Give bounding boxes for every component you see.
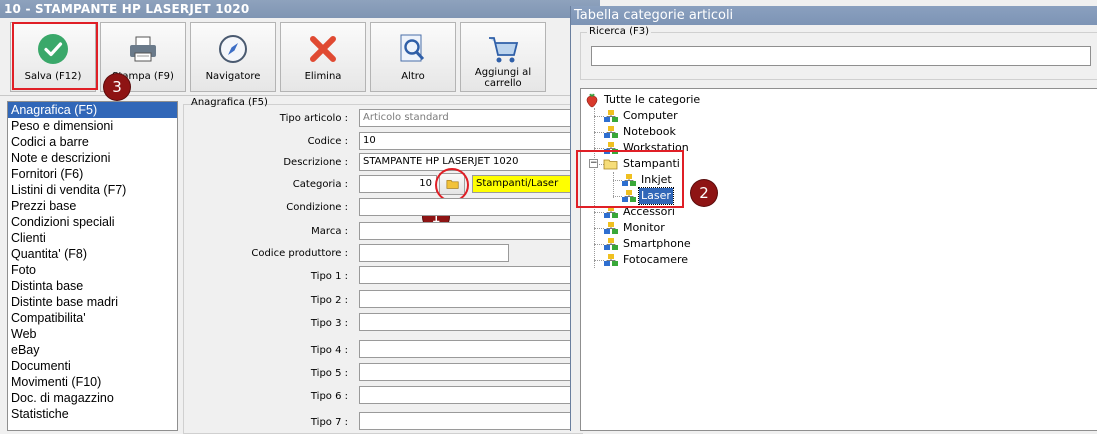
tipo3-label: Tipo 3 :	[310, 318, 348, 329]
tree-node-notebook[interactable]: Notebook	[603, 124, 678, 140]
tipo4-label: Tipo 4 :	[310, 345, 348, 356]
section-item[interactable]: Movimenti (F10)	[8, 374, 177, 390]
tipo3-field[interactable]	[359, 313, 571, 331]
condizione-label: Condizione :	[286, 202, 348, 213]
search-label: Ricerca (F3)	[587, 26, 651, 37]
add-to-cart-button[interactable]: Aggiungi al carrello	[460, 22, 546, 92]
tree-node-label: Tutte le categorie	[604, 93, 701, 106]
form-group-label: Anagrafica (F5)	[191, 97, 268, 108]
delete-x-icon	[310, 36, 336, 62]
tipo6-label: Tipo 6 :	[310, 391, 348, 402]
network-node-icon	[604, 110, 618, 122]
network-node-icon	[604, 126, 618, 138]
tipo1-field[interactable]	[359, 266, 571, 284]
section-item[interactable]: Compatibilita'	[8, 310, 177, 326]
section-item[interactable]: Web	[8, 326, 177, 342]
dialog-title: Tabella categorie articoli	[571, 6, 1097, 25]
codice-field[interactable]: 10	[359, 132, 571, 150]
codice-produttore-field[interactable]	[359, 244, 509, 262]
tipo5-label: Tipo 5 :	[310, 368, 348, 379]
section-item[interactable]: Peso e dimensioni	[8, 118, 177, 134]
section-item[interactable]: Codici a barre	[8, 134, 177, 150]
tree-node-label: Smartphone	[623, 237, 691, 250]
condizione-field[interactable]	[359, 198, 571, 216]
cart-icon	[489, 37, 519, 63]
delete-button-label: Elimina	[304, 71, 342, 82]
main-window-title: 10 - STAMPANTE HP LASERJET 1020	[0, 0, 600, 18]
tipo6-field[interactable]	[359, 386, 571, 404]
section-item[interactable]: Statistiche	[8, 406, 177, 422]
section-item[interactable]: Fornitori (F6)	[8, 166, 177, 182]
categoria-label: Categoria :	[292, 179, 348, 190]
compass-icon	[219, 35, 247, 63]
categoria-code-field[interactable]: 10	[359, 175, 437, 193]
section-item[interactable]: Distinte base madri	[8, 294, 177, 310]
section-list: Anagrafica (F5) Peso e dimensioni Codici…	[7, 101, 178, 431]
tipo4-field[interactable]	[359, 340, 571, 358]
section-item[interactable]: Doc. di magazzino	[8, 390, 177, 406]
delete-button[interactable]: Elimina	[280, 22, 366, 92]
other-button-label: Altro	[401, 71, 425, 82]
tipo1-label: Tipo 1 :	[310, 271, 348, 282]
codice-produttore-label: Codice produttore :	[251, 248, 348, 259]
annotation-circle-folder	[435, 168, 469, 202]
magnifier-icon	[400, 34, 425, 62]
marca-field[interactable]	[359, 222, 571, 240]
descrizione-field[interactable]: STAMPANTE HP LASERJET 1020	[359, 153, 571, 171]
printer-icon	[130, 36, 156, 62]
category-dialog: Tabella categorie articoli Ricerca (F3) …	[570, 6, 1097, 431]
tipo2-label: Tipo 2 :	[310, 295, 348, 306]
network-node-icon	[604, 238, 618, 250]
tipo-articolo-field[interactable]: Articolo standard	[359, 109, 571, 127]
section-item[interactable]: Note e descrizioni	[8, 150, 177, 166]
section-item[interactable]: Clienti	[8, 230, 177, 246]
tree-node-label: Notebook	[623, 125, 676, 138]
tree-node-computer[interactable]: Computer	[603, 108, 680, 124]
tipo-articolo-label: Tipo articolo :	[279, 113, 348, 124]
section-item[interactable]: Prezzi base	[8, 198, 177, 214]
tipo5-field[interactable]	[359, 363, 571, 381]
section-item[interactable]: Distinta base	[8, 278, 177, 294]
other-button[interactable]: Altro	[370, 22, 456, 92]
section-item[interactable]: Foto	[8, 262, 177, 278]
add-to-cart-button-label: Aggiungi al carrello	[474, 67, 532, 89]
search-input[interactable]	[591, 46, 1091, 66]
section-item[interactable]: Documenti	[8, 358, 177, 374]
section-item[interactable]: Condizioni speciali	[8, 214, 177, 230]
annotation-badge-2: 2	[691, 180, 717, 206]
annotation-box-save	[12, 22, 98, 90]
section-item[interactable]: Quantita' (F8)	[8, 246, 177, 262]
tree-node-fotocamere[interactable]: Fotocamere	[603, 252, 690, 268]
tree-node-label: Monitor	[623, 221, 665, 234]
tree-node-root[interactable]: Tutte le categorie	[584, 92, 702, 108]
section-item[interactable]: Listini di vendita (F7)	[8, 182, 177, 198]
annotation-box-stampanti	[576, 150, 684, 208]
strawberry-icon	[586, 93, 598, 108]
tree-node-label: Fotocamere	[623, 253, 689, 266]
section-item[interactable]: Anagrafica (F5)	[8, 102, 177, 118]
descrizione-label: Descrizione :	[283, 157, 348, 168]
section-item[interactable]: eBay	[8, 342, 177, 358]
marca-label: Marca :	[311, 226, 348, 237]
tipo2-field[interactable]	[359, 290, 571, 308]
navigator-button[interactable]: Navigatore	[190, 22, 276, 92]
annotation-badge-3: 3	[104, 74, 130, 100]
network-node-icon	[604, 254, 618, 266]
categoria-description-field: Stampanti/Laser	[472, 175, 571, 193]
category-tree: Tutte le categorie Computer Notebook Wor…	[580, 88, 1097, 431]
tipo7-label: Tipo 7 :	[310, 417, 348, 428]
tipo7-field[interactable]	[359, 412, 571, 430]
network-node-icon	[604, 222, 618, 234]
tree-node-monitor[interactable]: Monitor	[603, 220, 667, 236]
navigator-button-label: Navigatore	[205, 71, 261, 82]
codice-label: Codice :	[307, 136, 348, 147]
tree-node-smartphone[interactable]: Smartphone	[603, 236, 693, 252]
tree-node-label: Computer	[623, 109, 678, 122]
